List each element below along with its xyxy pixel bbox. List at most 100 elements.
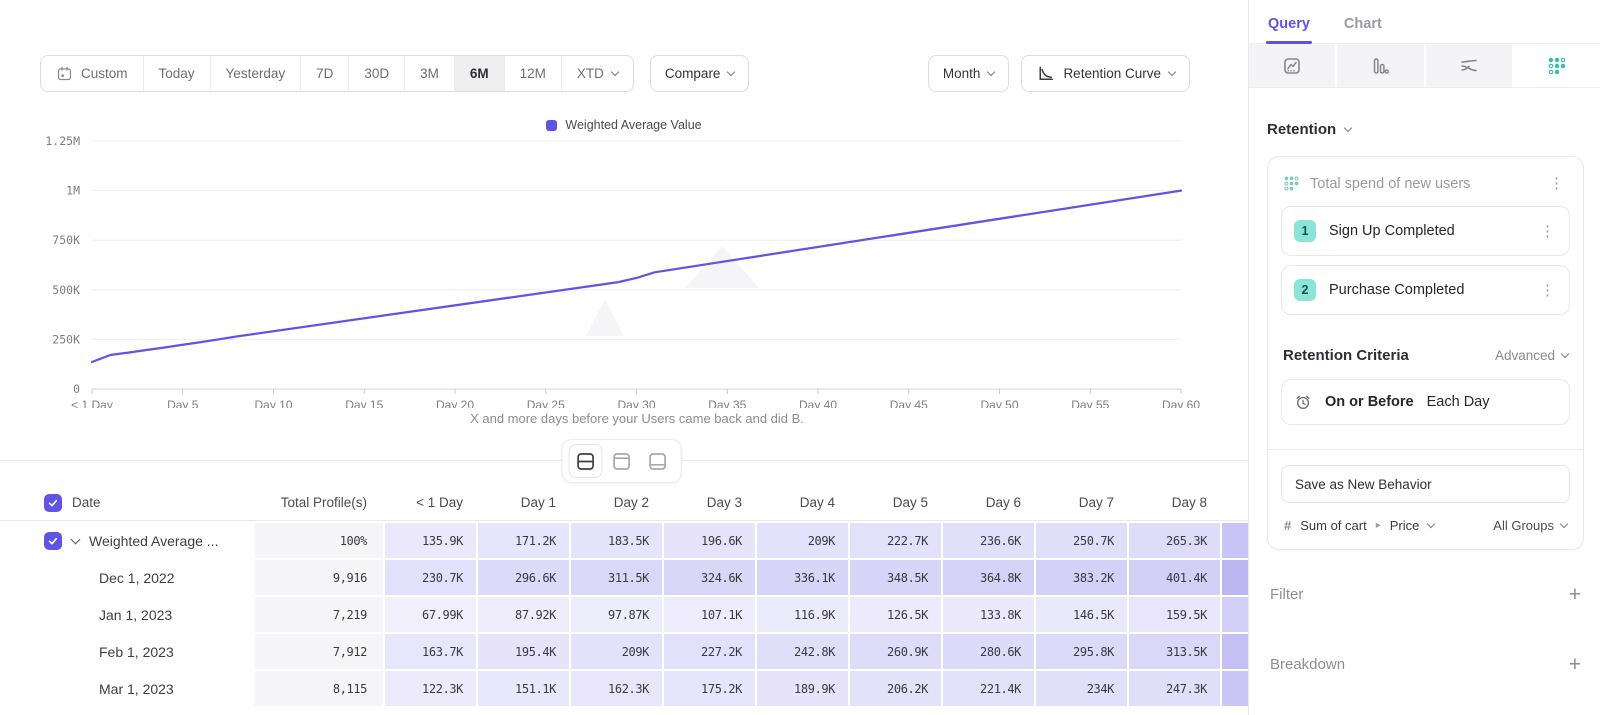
calendar-icon bbox=[56, 65, 73, 82]
retention-value-cell[interactable]: 265.3K bbox=[1129, 523, 1220, 558]
row-label-cell[interactable]: Weighted Average ... bbox=[0, 523, 255, 558]
retention-value-cell[interactable]: 230.7K bbox=[385, 560, 476, 595]
retention-value-cell[interactable]: 227.2K bbox=[664, 634, 755, 669]
compare-button[interactable]: Compare bbox=[650, 55, 750, 92]
retention-value-cell[interactable]: 67.99K bbox=[385, 597, 476, 632]
column-header-day-6[interactable]: Day 6 bbox=[943, 485, 1034, 520]
retention-value-cell[interactable]: 209K bbox=[757, 523, 848, 558]
retention-value-cell[interactable]: 163.7K bbox=[385, 634, 476, 669]
range-7d[interactable]: 7D bbox=[300, 56, 348, 91]
range-6m[interactable]: 6M bbox=[454, 56, 504, 91]
tab-chart[interactable]: Chart bbox=[1342, 10, 1384, 43]
column-header-day-2[interactable]: Day 2 bbox=[571, 485, 662, 520]
retention-value-cell[interactable]: 260.9K bbox=[850, 634, 941, 669]
column-header-day-4[interactable]: Day 4 bbox=[757, 485, 848, 520]
retention-value-cell[interactable]: 234K bbox=[1036, 671, 1127, 706]
retention-value-cell-clipped bbox=[1222, 523, 1248, 558]
retention-value-cell[interactable]: 222.7K bbox=[850, 523, 941, 558]
retention-value-cell[interactable]: 209K bbox=[571, 634, 662, 669]
report-type-flows[interactable] bbox=[1426, 44, 1514, 87]
retention-value-cell[interactable]: 383.2K bbox=[1036, 560, 1127, 595]
retention-value-cell[interactable]: 364.8K bbox=[943, 560, 1034, 595]
kebab-menu-icon[interactable]: ⋮ bbox=[1536, 281, 1559, 300]
range-12m[interactable]: 12M bbox=[504, 56, 561, 91]
column-header--1-day[interactable]: < 1 Day bbox=[385, 485, 476, 520]
retention-value-cell[interactable]: 295.8K bbox=[1036, 634, 1127, 669]
column-header-day-8[interactable]: Day 8 bbox=[1129, 485, 1220, 520]
range-30d[interactable]: 30D bbox=[348, 56, 404, 91]
measure-property[interactable]: Price bbox=[1390, 518, 1420, 533]
retention-value-cell[interactable]: 183.5K bbox=[571, 523, 662, 558]
retention-value-cell[interactable]: 116.9K bbox=[757, 597, 848, 632]
retention-value-cell[interactable]: 221.4K bbox=[943, 671, 1034, 706]
kebab-menu-icon[interactable]: ⋮ bbox=[1545, 174, 1568, 193]
retention-value-cell[interactable]: 135.9K bbox=[385, 523, 476, 558]
behavior-step[interactable]: 1Sign Up Completed⋮ bbox=[1281, 206, 1570, 256]
retention-value-cell[interactable]: 296.6K bbox=[478, 560, 569, 595]
checkbox[interactable] bbox=[44, 494, 62, 512]
range-custom[interactable]: Custom bbox=[41, 56, 143, 91]
table-view-toggle[interactable] bbox=[641, 444, 675, 478]
retention-value-cell[interactable]: 195.4K bbox=[478, 634, 569, 669]
add-filter-button[interactable]: + bbox=[1569, 584, 1581, 605]
retention-value-cell[interactable]: 159.5K bbox=[1129, 597, 1220, 632]
retention-value-cell[interactable]: 206.2K bbox=[850, 671, 941, 706]
retention-value-cell[interactable]: 196.6K bbox=[664, 523, 755, 558]
column-header-total-profiles[interactable]: Total Profile(s) bbox=[255, 485, 383, 520]
add-breakdown-button[interactable]: + bbox=[1569, 654, 1581, 675]
split-view-toggle[interactable] bbox=[569, 444, 603, 478]
group-selector[interactable]: All Groups bbox=[1493, 518, 1567, 533]
retention-value-cell[interactable]: 236.6K bbox=[943, 523, 1034, 558]
chart-view-toggle[interactable] bbox=[605, 444, 639, 478]
retention-curve-chart[interactable]: 0250K500K750K1M1.25M< 1 DayDay 5Day 10Da… bbox=[0, 136, 1248, 408]
column-header-label: Date bbox=[72, 495, 101, 510]
retention-value-cell[interactable]: 242.8K bbox=[757, 634, 848, 669]
retention-value-cell[interactable]: 122.3K bbox=[385, 671, 476, 706]
column-header-day-7[interactable]: Day 7 bbox=[1036, 485, 1127, 520]
retention-value-cell[interactable]: 162.3K bbox=[571, 671, 662, 706]
retention-value-cell[interactable]: 250.7K bbox=[1036, 523, 1127, 558]
range-xtd[interactable]: XTD bbox=[561, 56, 633, 91]
tab-query[interactable]: Query bbox=[1266, 10, 1312, 43]
advanced-dropdown[interactable]: Advanced bbox=[1495, 348, 1568, 363]
retention-value-cell[interactable]: 97.87K bbox=[571, 597, 662, 632]
retention-value-cell[interactable]: 107.1K bbox=[664, 597, 755, 632]
report-type-insights[interactable] bbox=[1249, 44, 1337, 87]
retention-value-cell[interactable]: 336.1K bbox=[757, 560, 848, 595]
retention-value-cell[interactable]: 247.3K bbox=[1129, 671, 1220, 706]
range-today[interactable]: Today bbox=[143, 56, 210, 91]
retention-value-cell[interactable]: 175.2K bbox=[664, 671, 755, 706]
column-header-date[interactable]: Date bbox=[0, 485, 255, 520]
column-header-day-1[interactable]: Day 1 bbox=[478, 485, 569, 520]
range-yesterday[interactable]: Yesterday bbox=[210, 56, 301, 91]
behavior-step[interactable]: 2Purchase Completed⋮ bbox=[1281, 265, 1570, 315]
chart-type-dropdown[interactable]: Retention Curve bbox=[1021, 55, 1190, 92]
retention-value-cell[interactable]: 313.5K bbox=[1129, 634, 1220, 669]
report-type-retention[interactable] bbox=[1514, 44, 1600, 87]
retention-value-cell[interactable]: 189.9K bbox=[757, 671, 848, 706]
retention-value-cell[interactable]: 126.5K bbox=[850, 597, 941, 632]
granularity-dropdown[interactable]: Month bbox=[928, 55, 1010, 92]
retention-value-cell[interactable]: 146.5K bbox=[1036, 597, 1127, 632]
retention-value-cell[interactable]: 151.1K bbox=[478, 671, 569, 706]
retention-value-cell[interactable]: 280.6K bbox=[943, 634, 1034, 669]
range-3m[interactable]: 3M bbox=[404, 56, 454, 91]
kebab-menu-icon[interactable]: ⋮ bbox=[1536, 222, 1559, 241]
save-as-new-behavior-button[interactable]: Save as New Behavior bbox=[1281, 465, 1570, 503]
measure-label[interactable]: Sum of cart bbox=[1300, 518, 1366, 533]
timing-selector[interactable]: On or Before Each Day bbox=[1281, 379, 1570, 425]
retention-value-cell[interactable]: 324.6K bbox=[664, 560, 755, 595]
section-title-row[interactable]: Retention bbox=[1267, 121, 1584, 138]
column-header-day-5[interactable]: Day 5 bbox=[850, 485, 941, 520]
checkbox[interactable] bbox=[44, 532, 62, 550]
retention-value-cell[interactable]: 133.8K bbox=[943, 597, 1034, 632]
column-header-day-3[interactable]: Day 3 bbox=[664, 485, 755, 520]
retention-value-cell[interactable]: 348.5K bbox=[850, 560, 941, 595]
retention-value-cell[interactable]: 87.92K bbox=[478, 597, 569, 632]
retention-value-cell[interactable]: 311.5K bbox=[571, 560, 662, 595]
retention-value-cell[interactable]: 171.2K bbox=[478, 523, 569, 558]
report-type-funnels[interactable] bbox=[1337, 44, 1425, 87]
chevron-down-icon[interactable] bbox=[71, 534, 81, 544]
retention-value-cell[interactable]: 401.4K bbox=[1129, 560, 1220, 595]
check-icon bbox=[47, 535, 59, 547]
